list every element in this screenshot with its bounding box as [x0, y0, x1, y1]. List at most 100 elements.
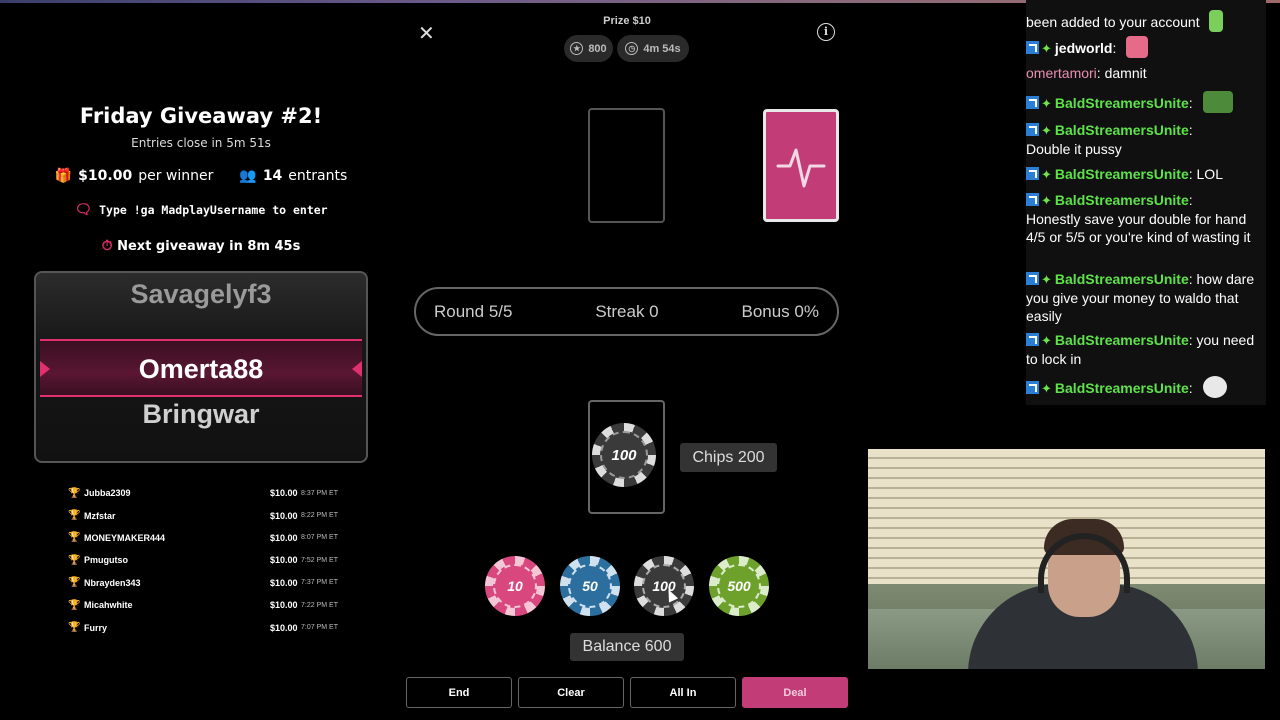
chat-message: ✦ BaldStreamersUnite: Double it pussy	[1026, 122, 1193, 157]
trophy-icon: 🏆	[68, 577, 81, 589]
emote-icon	[1202, 91, 1233, 113]
winner-name: Nbrayden343	[84, 577, 141, 588]
chat-username[interactable]: BaldStreamersUnite	[1055, 122, 1189, 138]
prize-label: Prize $10	[603, 15, 651, 27]
trophy-icon: 🏆	[68, 599, 81, 611]
stopwatch-icon: ◷	[625, 42, 639, 55]
emote-icon	[1202, 376, 1227, 398]
trophy-icon: 🏆	[68, 622, 81, 634]
subscriber-star-icon: ✦	[1041, 167, 1052, 182]
bet-chip-value: 100	[600, 431, 648, 479]
winner-name: Mzfstar	[84, 510, 116, 521]
giveaway-title: Friday Giveaway #2!	[79, 104, 323, 128]
bonus-label: Bonus 0%	[741, 301, 819, 321]
chat-username[interactable]: BaldStreamersUnite	[1055, 95, 1189, 111]
trophy-icon: 🏆	[68, 487, 81, 499]
empty-card-slot	[588, 108, 665, 223]
winner-amount: $10.00	[270, 555, 298, 566]
winner-amount: $10.00	[270, 577, 298, 588]
stopwatch-icon: ⏱	[101, 238, 113, 254]
chip-500-value: 500	[717, 564, 761, 608]
trophy-icon: 🏆	[68, 510, 81, 522]
chat-username[interactable]: BaldStreamersUnite	[1055, 192, 1189, 208]
chip-500[interactable]: 500	[709, 556, 769, 616]
winner-time: 7:37 PM ET	[301, 579, 338, 587]
chat-bubble-icon: 🗨	[74, 202, 93, 218]
chat-text: Double it pussy	[1026, 141, 1122, 157]
chip-100[interactable]: 100	[634, 556, 694, 616]
reel-name-above: Savagelyf3	[130, 279, 272, 309]
chip-10[interactable]: 10	[485, 556, 545, 616]
bet-chip: 100	[592, 423, 656, 487]
all-in-button[interactable]: All In	[630, 677, 736, 708]
close-icon[interactable]: ✕	[418, 21, 435, 45]
list-item: 🏆 Mzfstar $10.00 8:22 PM ET	[68, 504, 338, 526]
winner-name: Micahwhite	[84, 600, 133, 611]
chat-username[interactable]: omertamori	[1026, 65, 1097, 81]
reel-name-selected: Omerta88	[40, 339, 362, 397]
chat-text: damnit	[1104, 65, 1147, 81]
list-item: 🏆 Furry $10.00 7:07 PM ET	[68, 616, 338, 638]
reel-pointer-left-icon	[40, 361, 50, 377]
chip-10-value: 10	[493, 564, 537, 608]
users-icon: 👥	[239, 168, 257, 184]
enter-command-text: Type !ga MadplayUsername to enter	[99, 203, 328, 217]
reel-pointer-right-icon	[352, 361, 362, 377]
chat-username[interactable]: jedworld	[1055, 40, 1113, 56]
winner-name: Pmugutso	[84, 555, 128, 566]
trophy-icon: 🏆	[68, 532, 81, 544]
chat-username[interactable]: BaldStreamersUnite	[1055, 271, 1189, 287]
past-winners-list: 🏆 Jubba2309 $10.00 8:37 PM ET 🏆 Mzfstar $10.0…	[68, 482, 338, 639]
giveaway-stats: 🎁 $10.00 per winner 👥 14 entrants	[36, 168, 366, 184]
subscriber-star-icon: ✦	[1041, 96, 1052, 111]
entrants-stat: 👥 14 entrants	[239, 168, 347, 184]
chat-message: ✦ BaldStreamersUnite: how dare you give y…	[1026, 271, 1255, 324]
moderator-badge-icon	[1026, 193, 1039, 206]
chips-label: Chips 200	[680, 443, 777, 472]
emote-icon	[1126, 36, 1149, 58]
round-label: Round 5/5	[434, 301, 513, 321]
winner-name: Furry	[84, 622, 108, 633]
entrants-label: entrants	[288, 168, 348, 184]
moderator-badge-icon	[1026, 272, 1039, 285]
chat-username[interactable]: BaldStreamersUnite	[1055, 166, 1189, 182]
winner-amount: $10.00	[270, 532, 298, 543]
per-winner-stat: 🎁 $10.00 per winner	[55, 168, 214, 184]
timer-value: 4m 54s	[643, 42, 681, 55]
list-item: 🏆 MONEYMAKER444 $10.00 8:07 PM ET	[68, 527, 338, 549]
chat-username[interactable]: BaldStreamersUnite	[1055, 380, 1189, 396]
list-item: 🏆 Jubba2309 $10.00 8:37 PM ET	[68, 482, 338, 504]
deal-button[interactable]: Deal	[742, 677, 848, 708]
entries-close-text: Entries close in 5m 51s	[131, 136, 271, 150]
winner-time: 8:37 PM ET	[301, 489, 338, 497]
list-item: 🏆 Micahwhite $10.00 7:22 PM ET	[68, 594, 338, 616]
winner-amount: $10.00	[270, 622, 298, 633]
chat-message: ✦ jedworld:	[1026, 36, 1266, 58]
chat-username[interactable]: BaldStreamersUnite	[1055, 332, 1189, 348]
emote-icon	[1209, 10, 1224, 32]
winner-time: 7:22 PM ET	[301, 601, 338, 609]
info-icon[interactable]: i	[817, 23, 835, 41]
pulse-line-icon	[776, 148, 826, 187]
subscriber-star-icon: ✦	[1041, 41, 1052, 56]
card-back	[763, 109, 839, 222]
chat-message: been added to your account	[1026, 10, 1266, 32]
next-giveaway-text: Next giveaway in 8m 45s	[117, 239, 301, 254]
chip-100-value: 100	[642, 564, 686, 608]
timer-pill: ◷ 4m 54s	[617, 35, 689, 62]
reel-name-below: Bringwar	[142, 399, 260, 429]
points-pill: ★ 800	[564, 35, 613, 62]
chat-text: LOL	[1196, 166, 1223, 182]
chat-message: ✦ BaldStreamersUnite: you need to lock in	[1026, 332, 1255, 367]
enter-command: 🗨 Type !ga MadplayUsername to enter	[36, 202, 366, 218]
chip-50[interactable]: 50	[560, 556, 620, 616]
moderator-badge-icon	[1026, 167, 1039, 180]
trophy-icon: 🏆	[68, 554, 81, 566]
chip-50-value: 50	[568, 564, 612, 608]
clear-button[interactable]: Clear	[518, 677, 624, 708]
winner-time: 8:22 PM ET	[301, 512, 338, 520]
chat-message: ✦ BaldStreamersUnite: Honestly save your …	[1026, 192, 1251, 245]
end-button[interactable]: End	[406, 677, 512, 708]
chat-message: ✦ BaldStreamersUnite:	[1026, 91, 1266, 113]
chat-message: omertamori: damnit	[1026, 65, 1147, 81]
